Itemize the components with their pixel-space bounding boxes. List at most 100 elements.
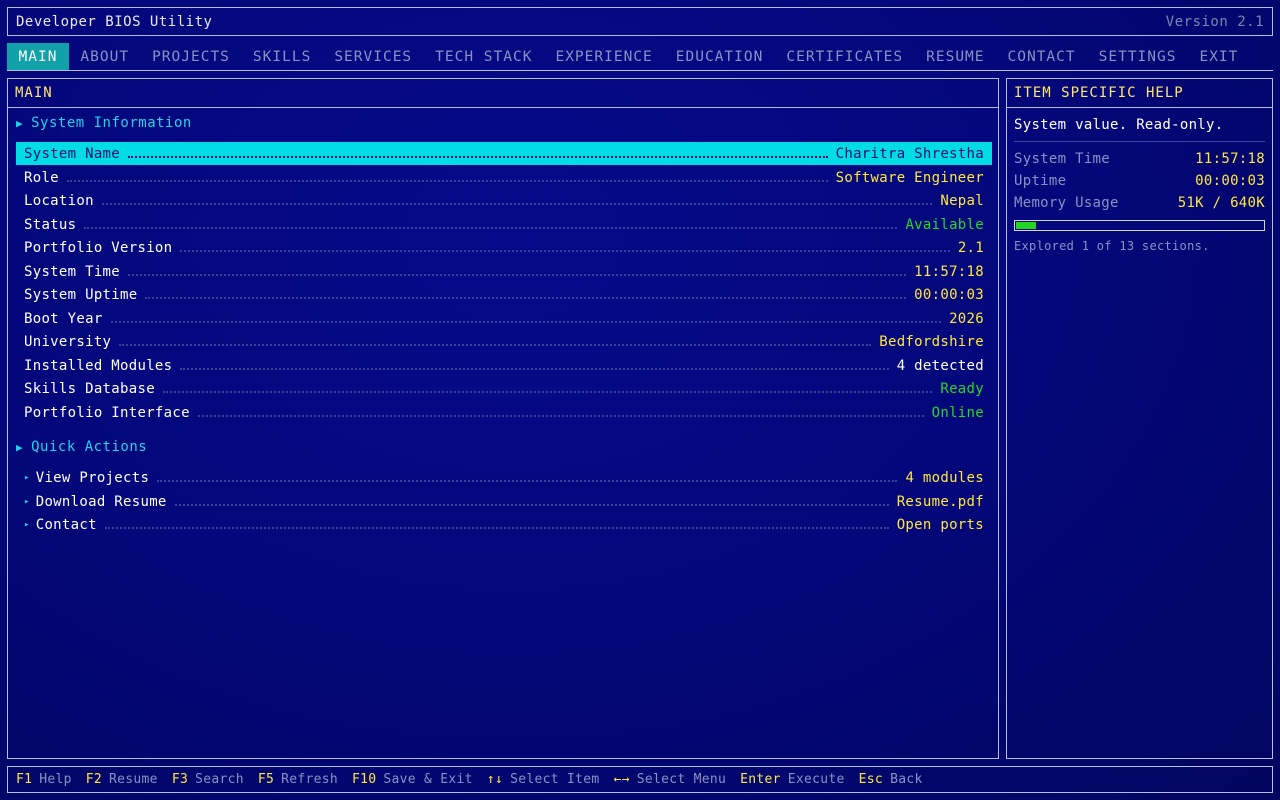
row-label: Contact (35, 516, 97, 533)
menu-tab-contact[interactable]: CONTACT (996, 43, 1087, 70)
system-info-row-role[interactable]: Role Software Engineer (16, 166, 992, 189)
footer-key-select-menu[interactable]: ←→ Select Menu (613, 772, 726, 787)
dot-leader (162, 390, 933, 393)
footer-keybar: F1 Help F2 Resume F3 Search F5 Refresh F10 Save &… (7, 766, 1273, 793)
footer-key-back[interactable]: Esc Back (859, 772, 923, 787)
dot-leader (157, 479, 898, 482)
row-value: Available (905, 216, 984, 233)
dot-leader (180, 367, 889, 370)
quick-action-view-projects[interactable]: ▸ View Projects 4 modules (16, 466, 992, 489)
key-label: F1 (16, 772, 33, 787)
row-label: System Time (24, 263, 121, 280)
row-label: Status (24, 216, 77, 233)
key-label: F10 (352, 772, 377, 787)
menu-tab-resume[interactable]: RESUME (915, 43, 996, 70)
menu-tab-tech-stack[interactable]: TECH STACK (424, 43, 544, 70)
bullet-icon: ▸ (24, 496, 30, 507)
menu-tab-skills[interactable]: SKILLS (241, 43, 322, 70)
row-label: Boot Year (24, 310, 103, 327)
dot-leader (84, 226, 898, 229)
menu-tab-experience[interactable]: EXPERIENCE (544, 43, 664, 70)
row-value: Nepal (940, 192, 984, 209)
row-value: Online (931, 404, 984, 421)
main-panel-title: MAIN (8, 79, 998, 108)
menu-tab-settings[interactable]: SETTINGS (1087, 43, 1188, 70)
quick-actions-heading-label: Quick Actions (31, 439, 148, 455)
system-info-row-installed-modules[interactable]: Installed Modules 4 detected (16, 354, 992, 377)
quick-actions-heading: ▶ Quick Actions (16, 439, 147, 455)
row-label: University (24, 333, 112, 350)
key-label: F5 (257, 772, 275, 787)
bullet-icon: ▸ (24, 472, 30, 483)
help-system-time-value: 11:57:18 (1195, 151, 1265, 167)
menu-tab-education[interactable]: EDUCATION (664, 43, 775, 70)
menu-tab-main[interactable]: MAIN (7, 43, 69, 70)
row-value: Bedfordshire (879, 333, 984, 350)
help-uptime-value: 00:00:03 (1195, 173, 1265, 189)
footer-key-search[interactable]: F3 Search (172, 772, 244, 787)
row-label: Portfolio Interface (24, 404, 190, 421)
dot-leader (101, 202, 933, 205)
menu-tab-certificates[interactable]: CERTIFICATES (775, 43, 915, 70)
system-info-row-skills-database[interactable]: Skills Database Ready (16, 377, 992, 400)
footer-key-save-exit[interactable]: F10 Save & Exit (352, 772, 473, 787)
row-label: Skills Database (24, 380, 155, 397)
row-value: 4 detected (896, 357, 984, 374)
system-info-row-portfolio-version[interactable]: Portfolio Version 2.1 (16, 236, 992, 259)
menu-bar: MAIN ABOUT PROJECTS SKILLS SERVICES TECH… (7, 43, 1273, 71)
system-info-row-boot-year[interactable]: Boot Year 2026 (16, 307, 992, 330)
key-label: Esc (858, 772, 884, 787)
help-system-time-label: System Time (1014, 151, 1111, 167)
menu-tab-projects[interactable]: PROJECTS (141, 43, 242, 70)
triangle-right-icon: ▶ (16, 116, 24, 130)
dot-leader (66, 179, 828, 182)
footer-key-refresh[interactable]: F5 Refresh (258, 772, 338, 787)
system-information-heading: ▶ System Information (16, 115, 192, 131)
quick-action-contact[interactable]: ▸ Contact Open ports (16, 513, 992, 536)
system-info-row-location[interactable]: Location Nepal (16, 189, 992, 212)
footer-key-select-item[interactable]: ↑↓ Select Item (487, 772, 600, 787)
help-uptime-label: Uptime (1014, 173, 1067, 189)
menu-tab-exit[interactable]: EXIT (1188, 43, 1250, 70)
dot-leader (180, 249, 950, 252)
system-information-heading-label: System Information (31, 115, 192, 131)
key-description: Back (890, 772, 923, 787)
memory-usage-bar (1014, 220, 1265, 231)
key-description: Select Item (510, 772, 600, 787)
system-info-row-status[interactable]: Status Available (16, 213, 992, 236)
row-value: Software Engineer (835, 169, 984, 186)
dot-leader (128, 273, 907, 276)
help-panel-title: ITEM SPECIFIC HELP (1007, 79, 1272, 108)
row-label: Download Resume (35, 493, 167, 510)
menu-tab-about[interactable]: ABOUT (69, 43, 141, 70)
help-divider (1014, 141, 1265, 142)
row-value: 11:57:18 (914, 263, 984, 280)
footer-key-execute[interactable]: Enter Execute (740, 772, 845, 787)
key-description: Select Menu (636, 772, 727, 787)
dot-leader (110, 320, 942, 323)
row-label: Location (24, 192, 94, 209)
row-label: System Uptime (24, 286, 138, 303)
row-value: Charitra Shrestha (835, 145, 984, 162)
version-label: Version 2.1 (1165, 13, 1264, 30)
app-title: Developer BIOS Utility (16, 13, 213, 30)
system-info-row-system-time[interactable]: System Time 11:57:18 (16, 260, 992, 283)
key-label: F3 (171, 772, 189, 787)
menu-tab-services[interactable]: SERVICES (323, 43, 424, 70)
system-info-row-portfolio-interface[interactable]: Portfolio Interface Online (16, 401, 992, 424)
system-info-row-university[interactable]: University Bedfordshire (16, 330, 992, 353)
footer-key-help[interactable]: F1 Help (16, 772, 72, 787)
key-label: ←→ (613, 772, 630, 787)
row-value: 4 modules (905, 469, 984, 486)
footer-key-resume[interactable]: F2 Resume (86, 772, 158, 787)
help-panel: ITEM SPECIFIC HELP System value. Read-on… (1006, 78, 1273, 759)
key-label: ↑↓ (486, 772, 504, 787)
row-value: 00:00:03 (914, 286, 984, 303)
system-info-row-system-uptime[interactable]: System Uptime 00:00:03 (16, 283, 992, 306)
row-value: Open ports (896, 516, 984, 533)
quick-action-download-resume[interactable]: ▸ Download Resume Resume.pdf (16, 490, 992, 513)
row-label: Installed Modules (24, 357, 173, 374)
system-info-row-system-name[interactable]: System Name Charitra Shrestha (16, 142, 992, 165)
help-memory-value: 51K / 640K (1177, 195, 1265, 211)
key-description: Save & Exit (383, 772, 473, 787)
